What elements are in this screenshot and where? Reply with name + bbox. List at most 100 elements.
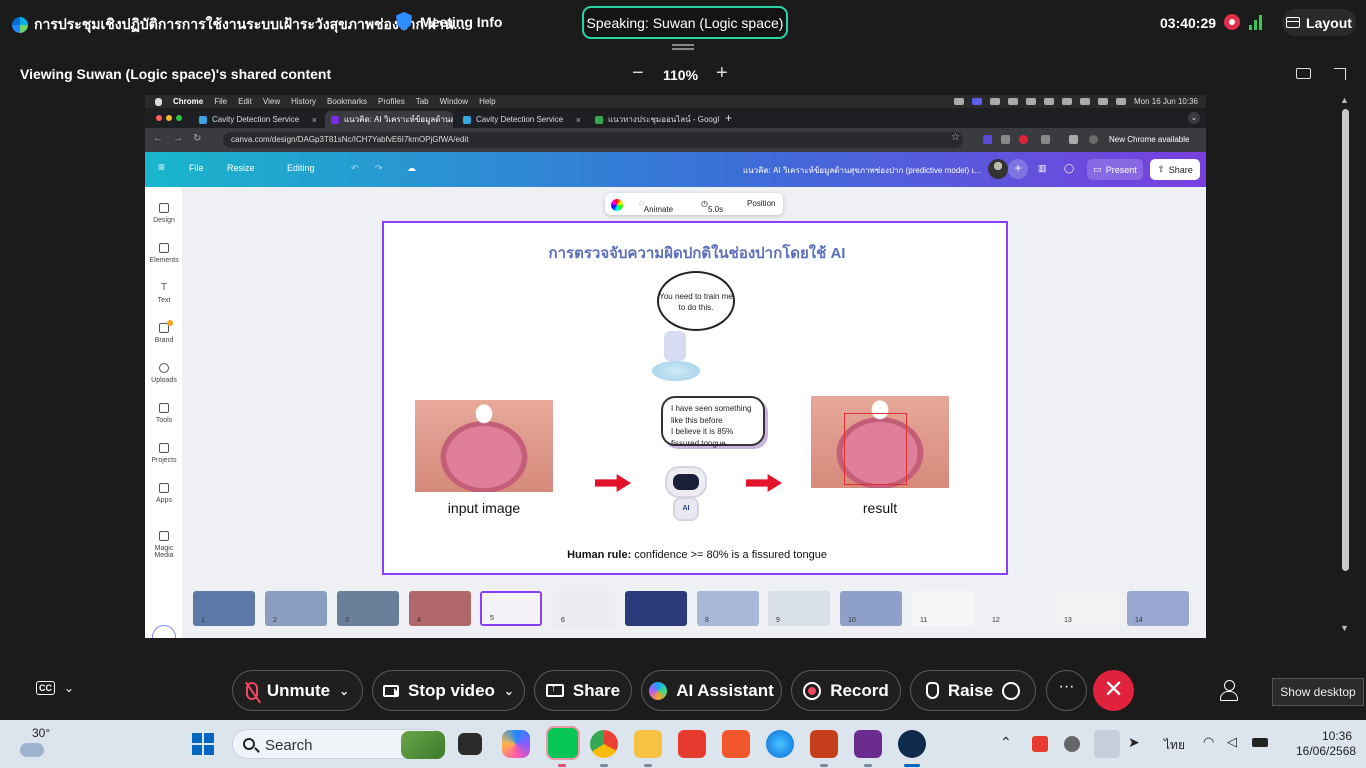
ai-assistant-button[interactable]: AI Assistant — [641, 670, 782, 711]
stop-video-button[interactable]: Stop video ⌄ — [372, 670, 525, 711]
sidebar-label: Magic Media — [154, 545, 174, 559]
participants-icon[interactable] — [1220, 680, 1238, 701]
ai-assistant-label: AI Assistant — [676, 680, 774, 700]
thumbnail-number: 4 — [417, 617, 421, 624]
powerpoint-icon[interactable] — [810, 730, 838, 758]
forward-icon: → — [173, 133, 183, 144]
battery-icon[interactable] — [1252, 738, 1268, 747]
tab-label: Cavity Detection Service — [212, 115, 300, 124]
windows-logo-icon — [204, 733, 214, 743]
wifi-icon[interactable]: ◠ — [1203, 734, 1214, 750]
fullscreen-icon[interactable] — [1334, 68, 1346, 80]
recording-indicator-icon[interactable] — [1224, 14, 1240, 30]
record-button[interactable]: Record — [791, 670, 901, 711]
slide-thumbnail: 10 — [840, 591, 902, 626]
task-view-icon[interactable] — [458, 733, 482, 755]
chevron-down-icon[interactable]: ⌄ — [504, 684, 514, 698]
sidebar-item-tools: Tools — [145, 403, 183, 424]
shared-screen: Chrome File Edit View History Bookmarks … — [145, 95, 1206, 638]
layout-icon — [1286, 17, 1301, 28]
active-speaker-indicator: Speaking: Suwan (Logic space) — [582, 6, 788, 39]
running-indicator — [820, 764, 828, 767]
unmute-label: Unmute — [266, 680, 331, 700]
tray-app-icon[interactable] — [1064, 736, 1080, 752]
taskbar-clock[interactable]: 10:36 16/06/2568 — [1296, 729, 1356, 759]
line-app-icon[interactable] — [546, 726, 580, 760]
add-collaborator-icon: + — [1008, 159, 1028, 179]
scroll-down-icon[interactable]: ▼ — [1340, 623, 1349, 633]
anydesk-icon[interactable] — [678, 730, 706, 758]
duration-label: 5.0s — [707, 205, 724, 214]
shared-content-scrollbar[interactable]: ▲ ▼ — [1339, 95, 1351, 638]
closed-captions-button[interactable]: CC — [36, 681, 55, 695]
extension-icon — [1001, 135, 1010, 144]
sidebar-item-elements: Elements — [145, 243, 183, 264]
slide-thumbnail: 1 — [193, 591, 255, 626]
download-icon — [1069, 135, 1078, 144]
extension-icon — [1041, 135, 1050, 144]
insights-icon: ▥ — [1038, 163, 1047, 173]
leave-meeting-button[interactable]: ✕ — [1093, 670, 1134, 711]
pop-out-monitor-icon[interactable] — [1296, 68, 1311, 79]
mic-muted-tray-icon[interactable] — [1094, 730, 1120, 758]
webex-taskbar-icon[interactable] — [898, 730, 926, 758]
chevron-up-icon[interactable]: ⌃ — [1000, 734, 1012, 751]
text-icon: T — [160, 282, 168, 293]
tab-label: Cavity Detection Service — [476, 115, 564, 124]
share-label: Share — [1168, 164, 1193, 175]
zoom-in-button[interactable]: + — [716, 62, 728, 85]
reactions-icon[interactable] — [1002, 681, 1021, 700]
running-indicator — [558, 764, 566, 767]
tab-label: แนวคิด: AI วิเคราะห์ข้อมูลด้านสุข... — [344, 115, 453, 124]
slide: การตรวจจับความผิดปกติในช่องปากโดยใช้ AI … — [382, 221, 1008, 575]
record-icon — [803, 681, 822, 700]
taskbar-search-box[interactable]: Search — [232, 729, 446, 759]
network-signal-icon[interactable] — [1249, 14, 1265, 30]
browser-tab: แนวทางประชุมออนไลน์ - Google ... × — [589, 111, 719, 128]
edge-icon[interactable] — [766, 730, 794, 758]
speech-bubble-middle: I have seen something like this before I… — [661, 396, 765, 448]
input-tongue-image — [415, 400, 553, 492]
status-icon — [1061, 98, 1072, 105]
chevron-down-icon[interactable]: ⌄ — [339, 684, 349, 698]
folder-icon — [159, 443, 169, 453]
chevron-down-icon[interactable]: ⌄ — [64, 681, 74, 695]
thumbnail-number: 6 — [561, 617, 565, 624]
meeting-info-button[interactable]: Meeting Info — [396, 12, 502, 31]
file-explorer-icon[interactable] — [634, 730, 662, 758]
more-options-button[interactable]: ··· — [1046, 670, 1087, 711]
start-button[interactable] — [192, 733, 214, 755]
share-button[interactable]: Share — [534, 670, 632, 711]
thumbnail-number: 1 — [201, 617, 205, 624]
zoom-out-button[interactable]: − — [632, 62, 644, 85]
canva-file-menu: File — [189, 163, 204, 173]
slide-thumbnail-strip: 1 2 3 4 5 6 7 8 9 10 11 12 13 14 — [183, 587, 1206, 631]
volume-icon[interactable]: ◁ — [1227, 734, 1237, 750]
weather-widget[interactable]: 30° — [20, 726, 50, 762]
sidebar-label: Text — [157, 297, 171, 304]
small-robot-illustration — [664, 331, 686, 361]
scroll-up-icon[interactable]: ▲ — [1340, 95, 1349, 105]
tray-app-icon[interactable] — [1032, 736, 1048, 752]
chrome-tab-strip: Cavity Detection Service × แนวคิด: AI วิ… — [145, 108, 1206, 128]
clock-time: 10:36 — [1321, 729, 1352, 743]
scroll-thumb[interactable] — [1342, 109, 1349, 571]
uploads-icon — [159, 363, 169, 373]
browser-tab-active: แนวคิด: AI วิเคราะห์ข้อมูลด้านสุข... × — [325, 111, 453, 128]
chrome-icon[interactable] — [590, 730, 618, 758]
canva-sidebar: Design Elements T Text Brand Uploads Tool… — [145, 187, 183, 638]
copilot-icon[interactable] — [502, 730, 530, 758]
robot-face — [673, 474, 699, 490]
raise-hand-button[interactable]: Raise — [910, 670, 1036, 711]
cloud-icon — [20, 743, 44, 757]
pen-icon[interactable]: ➤ — [1128, 734, 1140, 751]
drag-handle-icon[interactable] — [672, 44, 694, 50]
share-screen-icon — [545, 682, 564, 697]
unmute-button[interactable]: Unmute ⌄ — [232, 670, 363, 711]
chrome-address-bar: ← → ↻ canva.com/design/DAGp3T81sNc/ICH7Y… — [145, 128, 1206, 152]
upload-icon: ⇧ — [1157, 164, 1165, 174]
input-language[interactable]: ไทย — [1164, 736, 1185, 755]
pdf-app-icon[interactable] — [854, 730, 882, 758]
sublime-icon[interactable] — [722, 730, 750, 758]
layout-button[interactable]: Layout — [1282, 9, 1356, 36]
